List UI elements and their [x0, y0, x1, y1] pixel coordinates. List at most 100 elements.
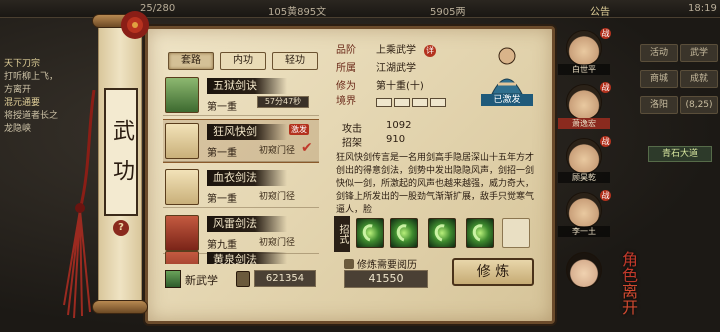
attr-value: 上乘武学: [376, 45, 416, 56]
shop-button[interactable]: 商城: [640, 70, 678, 88]
character-card[interactable]: 战 顾昊乾: [556, 136, 612, 184]
clock: 18:19: [688, 3, 717, 14]
skill-name: 狂风快剑: [207, 124, 287, 140]
sword-move-icon: [359, 221, 383, 245]
skill-item[interactable]: 黄泉剑法: [163, 248, 319, 264]
attr-value: 第十重(十): [376, 81, 424, 92]
character-card[interactable]: 战 白世平: [556, 28, 612, 76]
sword-move-icon: [393, 221, 417, 245]
skill-level: 第一重: [207, 102, 237, 113]
character-portrait: [566, 252, 602, 288]
character-name: 李一土: [558, 226, 610, 237]
skill-name: 血衣剑法: [207, 170, 287, 186]
tab-light-skill[interactable]: 轻功: [272, 52, 318, 70]
skill-name: 风雷剑法: [207, 216, 287, 232]
topbar-gold: 105黄895文: [268, 7, 327, 18]
realm-slot: [394, 98, 410, 107]
attr-key: 品阶: [336, 45, 356, 56]
skill-item[interactable]: 狂风快剑 激发 第一重 初窥门径 ✔: [163, 119, 319, 163]
skill-name: 五狱剑诀: [207, 78, 287, 94]
skill-status: 初窥门径: [259, 146, 296, 156]
character-portrait: [566, 84, 602, 120]
requirement-label: 修炼需要阅历: [344, 256, 417, 271]
battle-mark: 战: [600, 136, 611, 147]
battle-mark: 战: [600, 190, 611, 201]
help-icon[interactable]: ?: [113, 220, 129, 236]
character-portrait: [566, 192, 602, 228]
check-icon: ✔: [301, 140, 313, 156]
role-button[interactable]: 角色: [619, 251, 638, 283]
attr-value: 江湖武学: [376, 63, 416, 74]
skill-book-icon: [165, 169, 199, 205]
skill-description: 狂风快剑传言是一名用剑高手隐居深山十五年方才创出的得意剑法，剑势中发出隐隐风声，…: [336, 153, 535, 214]
attr-key: 境界: [336, 96, 356, 107]
experience-icon: [344, 259, 354, 269]
realm-slot: [430, 98, 446, 107]
battle-mark: 战: [600, 28, 611, 39]
move-slot[interactable]: [466, 218, 494, 248]
new-skill-button[interactable]: 新武学: [165, 270, 235, 288]
requirement-value: 41550: [344, 270, 428, 288]
character-list: 战 白世平 战 萧逸宏 战 顾昊乾 战 李一土: [556, 28, 614, 328]
stat-box: 攻击 1092 招架 910: [336, 118, 536, 149]
skill-book-icon: [165, 77, 199, 113]
tab-routines[interactable]: 套路: [168, 52, 214, 70]
attr-rank: 品阶 上乘武学: [336, 44, 416, 58]
stat-key: 招架: [342, 138, 362, 149]
skill-item[interactable]: 血衣剑法 第一重 初窥门径: [163, 166, 319, 208]
move-slot[interactable]: [356, 218, 384, 248]
skill-book-icon: [165, 215, 199, 251]
skill-name: 黄泉剑法: [207, 252, 287, 264]
topbar-silver: 5905两: [430, 7, 466, 18]
sword-move-icon: [431, 221, 455, 245]
skill-list: 五狱剑诀 第一重 57分47秒 狂风快剑 激发 第一重 初窥门径 ✔ 血衣剑法 …: [163, 74, 319, 264]
character-name: 白世平: [558, 64, 610, 75]
panel-title: 武功: [104, 88, 138, 216]
quest-line: 打听柳上飞，: [4, 72, 59, 82]
skill-item[interactable]: 五狱剑诀 第一重 57分47秒: [163, 74, 319, 116]
skill-status: 初窥门径: [259, 238, 296, 248]
attr-cultivation: 修为 第十重(十): [336, 80, 424, 94]
move-slot[interactable]: [390, 218, 418, 248]
skill-timer: 57分47秒: [257, 96, 309, 108]
cultivate-button[interactable]: 修 炼: [452, 258, 534, 286]
flower-ornament: [121, 11, 149, 39]
activity-button[interactable]: 活动: [640, 44, 678, 62]
character-name: 萧逸宏: [558, 118, 610, 129]
quest-title: 天下刀宗: [4, 59, 41, 69]
move-slot-empty[interactable]: [502, 218, 530, 248]
character-portrait: [566, 138, 602, 174]
character-card[interactable]: 战 萧逸宏: [556, 82, 612, 130]
tab-inner-power[interactable]: 内功: [220, 52, 266, 70]
rank-detail-icon[interactable]: 详: [424, 45, 436, 57]
character-card[interactable]: 战 李一土: [556, 190, 612, 238]
notice-button[interactable]: 公告: [590, 3, 610, 18]
skill-book-icon: [165, 251, 199, 264]
activated-status: 已激发: [481, 94, 533, 106]
character-portrait: [566, 30, 602, 66]
attr-faction: 所属 江湖武学: [336, 62, 416, 76]
martial-button[interactable]: 武学: [680, 44, 718, 62]
location-label[interactable]: 青石大道: [648, 146, 712, 162]
activated-badge: 激发: [289, 124, 309, 135]
skill-status: 初窥门径: [259, 192, 296, 202]
new-skill-label: 新武学: [185, 274, 218, 287]
character-card[interactable]: [556, 250, 612, 298]
achievement-button[interactable]: 成就: [680, 70, 718, 88]
skill-level: 第一重: [207, 148, 237, 159]
battle-mark: 战: [600, 82, 611, 93]
stat-parry: 招架 910: [342, 134, 405, 149]
moves-label: 招式: [334, 216, 350, 252]
skill-book-icon: [165, 123, 199, 159]
role-leave-buttons[interactable]: 角色离开: [614, 248, 640, 318]
skill-level: 第一重: [207, 194, 237, 205]
leave-button[interactable]: 离开: [619, 283, 638, 315]
realm-slot: [412, 98, 428, 107]
move-slot[interactable]: [428, 218, 456, 248]
new-skill-icon: [165, 270, 181, 288]
attr-key: 所属: [336, 63, 356, 74]
stat-attack: 攻击 1092: [342, 120, 411, 135]
book-count-value: 621354: [254, 270, 316, 287]
stat-value: 1092: [386, 120, 412, 131]
character-name: 顾昊乾: [558, 172, 610, 183]
